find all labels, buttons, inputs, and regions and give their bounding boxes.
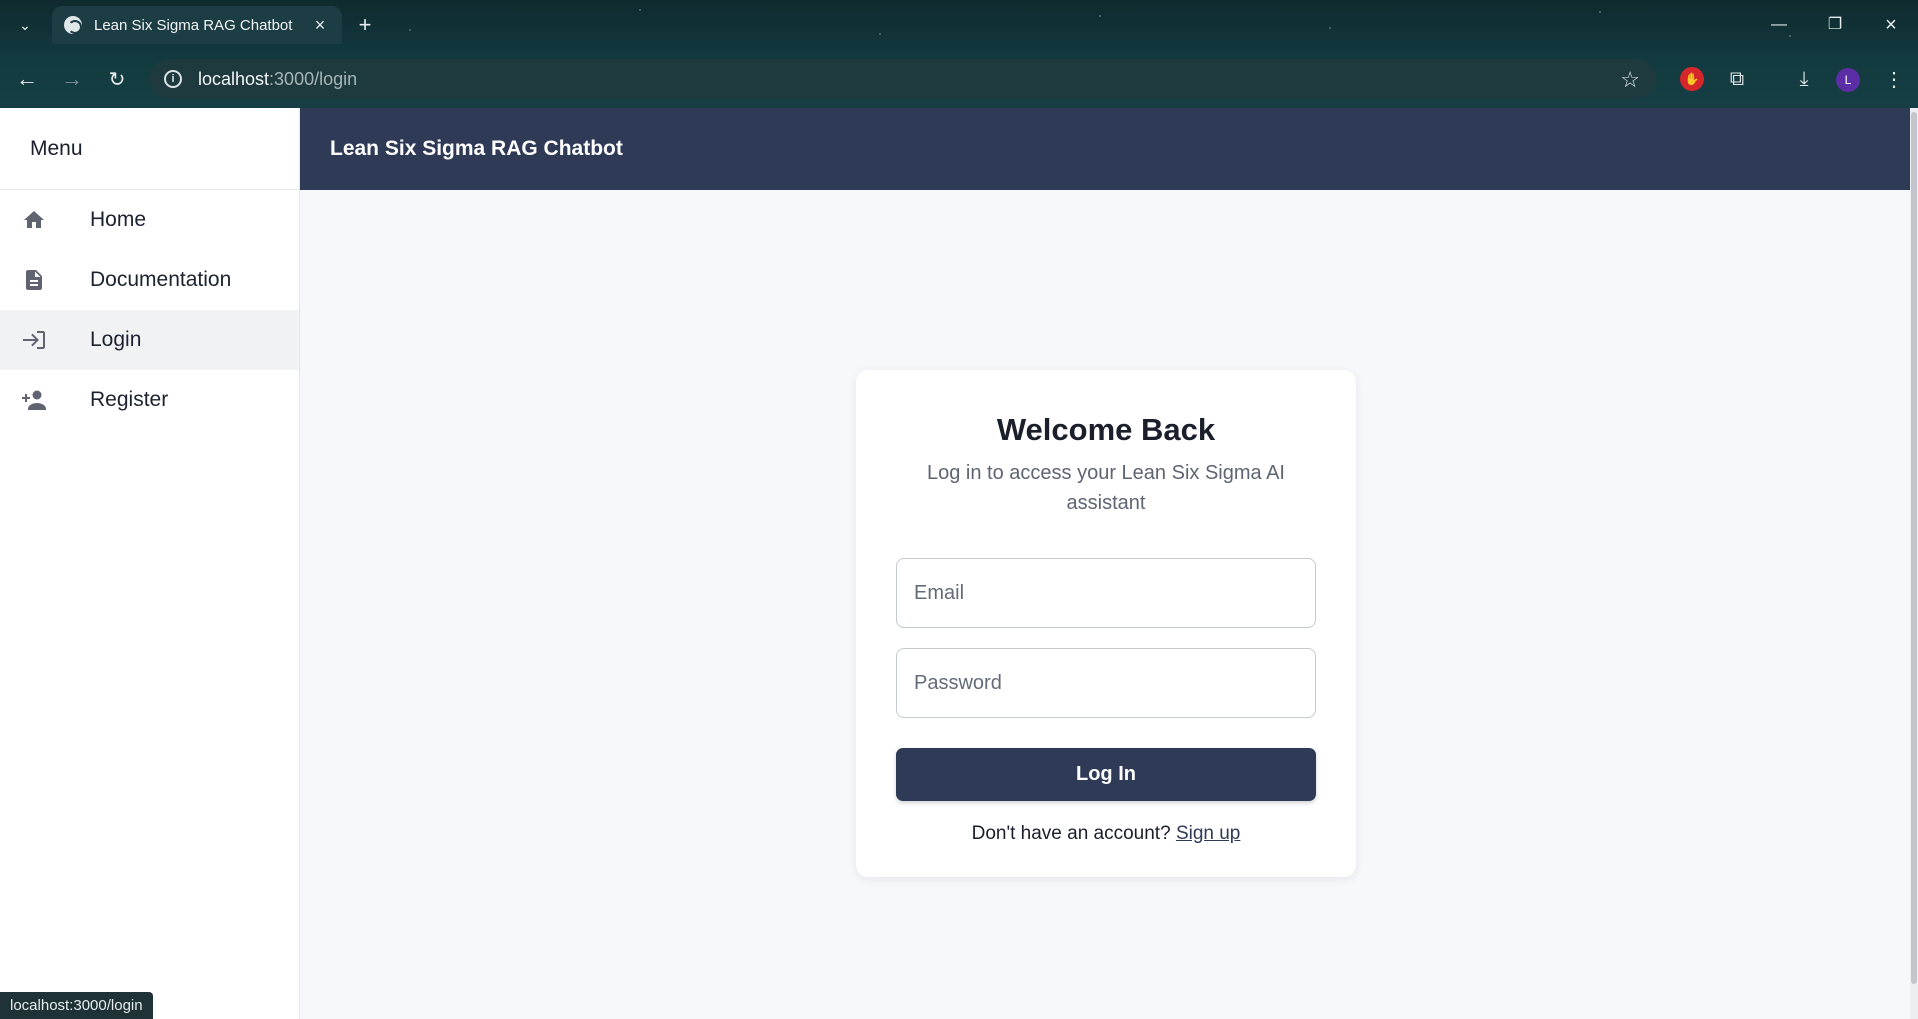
sidebar-item-login[interactable]: Login <box>0 310 299 370</box>
reload-icon[interactable]: ↻ <box>100 62 134 96</box>
browser-menu-dots-icon[interactable]: ⋮ <box>1882 67 1906 91</box>
email-field[interactable] <box>896 558 1316 628</box>
status-bar-url: localhost:3000/login <box>0 992 153 1019</box>
site-info-icon[interactable]: i <box>164 70 182 88</box>
download-icon[interactable]: ⤓ <box>1792 67 1816 91</box>
login-card: Welcome Back Log in to access your Lean … <box>856 370 1356 877</box>
adblock-extension-icon[interactable]: ✋ <box>1680 67 1704 91</box>
window-close-icon[interactable]: × <box>1868 10 1914 40</box>
window-restore-icon[interactable]: ❐ <box>1812 10 1858 40</box>
sidebar-item-label: Register <box>90 388 169 411</box>
tab-title: Lean Six Sigma RAG Chatbot <box>94 16 293 34</box>
login-title: Welcome Back <box>996 412 1216 447</box>
bookmark-star-icon[interactable]: ☆ <box>1620 67 1640 93</box>
url-host: localhost <box>198 68 270 89</box>
person-add-icon <box>20 386 48 414</box>
sidebar-item-register[interactable]: Register <box>0 370 299 430</box>
browser-tab[interactable]: Lean Six Sigma RAG Chatbot × <box>52 6 342 44</box>
signup-prompt-line: Don't have an account? Sign up <box>856 823 1356 845</box>
app-header: Lean Six Sigma RAG Chatbot <box>300 108 1910 190</box>
back-arrow-icon[interactable]: ← <box>10 62 44 96</box>
main-content: Welcome Back Log in to access your Lean … <box>300 190 1910 1019</box>
sidebar-header: Menu <box>0 108 299 190</box>
sidebar: Menu Home Documentation Login Register <box>0 108 300 1019</box>
login-icon <box>20 326 48 354</box>
profile-avatar[interactable]: L <box>1836 68 1860 92</box>
new-tab-plus-icon[interactable]: + <box>352 12 378 38</box>
url-path: :3000/login <box>269 68 358 89</box>
globe-icon <box>64 16 82 34</box>
home-icon <box>20 206 48 234</box>
address-bar[interactable]: i localhost:3000/login ☆ <box>150 59 1656 99</box>
document-icon <box>20 266 48 294</box>
signup-prompt: Don't have an account? <box>971 823 1171 844</box>
window-minimize-icon[interactable]: — <box>1756 10 1802 40</box>
tab-search-chevron-icon[interactable]: ⌄ <box>12 12 38 38</box>
browser-chrome: ⌄ Lean Six Sigma RAG Chatbot × + — ❐ × ←… <box>0 0 1918 108</box>
browser-toolbar: ← → ↻ i localhost:3000/login ☆ ✋ ⧉ ⤓ L ⋮ <box>0 54 1918 104</box>
address-url[interactable]: localhost:3000/login <box>198 69 357 90</box>
sidebar-item-home[interactable]: Home <box>0 190 299 250</box>
sidebar-item-label: Home <box>90 208 147 231</box>
password-field[interactable] <box>896 648 1316 718</box>
app-title: Lean Six Sigma RAG Chatbot <box>330 137 623 160</box>
login-subtitle: Log in to access your Lean Six Sigma AI … <box>927 462 1285 514</box>
sidebar-item-label: Documentation <box>90 268 232 291</box>
sidebar-item-documentation[interactable]: Documentation <box>0 250 299 310</box>
login-button[interactable]: Log In <box>896 748 1316 801</box>
sidebar-item-label: Login <box>90 328 142 351</box>
forward-arrow-icon[interactable]: → <box>55 62 89 96</box>
tab-strip: ⌄ Lean Six Sigma RAG Chatbot × + — ❐ × <box>0 0 1918 50</box>
tab-close-icon[interactable]: × <box>310 15 330 36</box>
page-scrollbar-thumb[interactable] <box>1911 112 1917 984</box>
signup-link[interactable]: Sign up <box>1176 823 1240 844</box>
extensions-puzzle-icon[interactable]: ⧉ <box>1725 67 1749 91</box>
